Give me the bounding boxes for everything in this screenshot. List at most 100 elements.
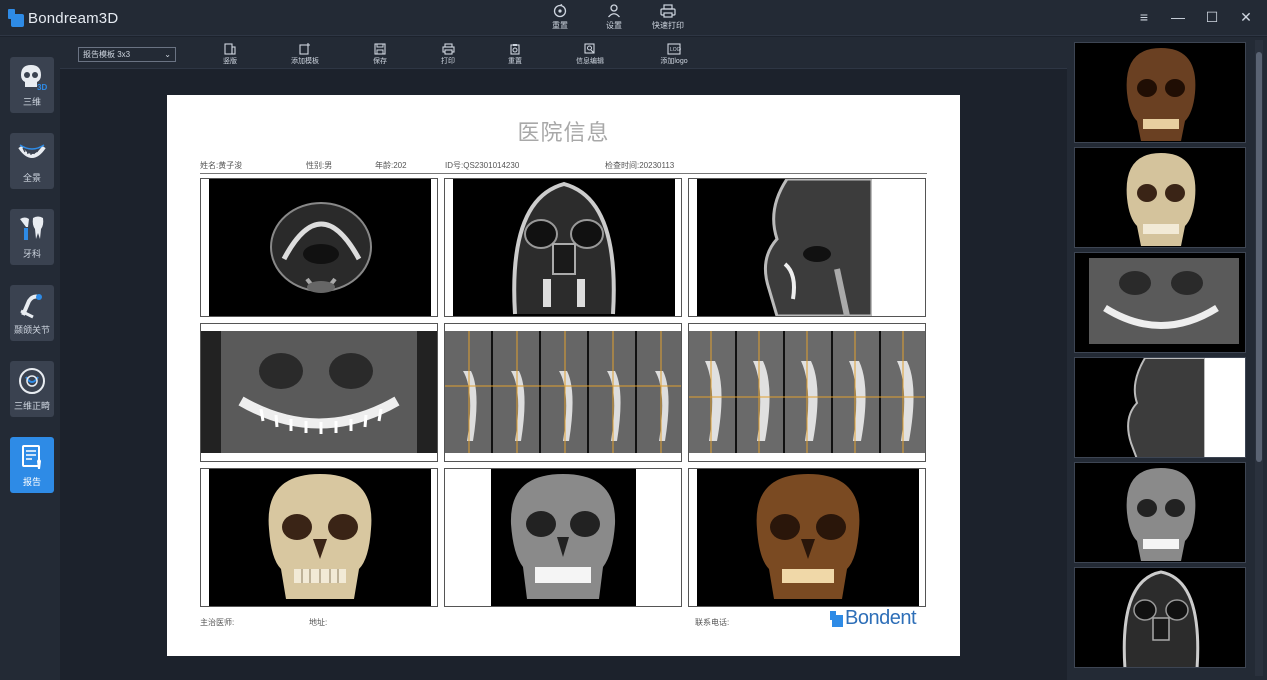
add-logo-icon: LOGO	[667, 43, 681, 55]
sidebar-label-panoramic: 全景	[22, 173, 41, 183]
thumbnail-scrollbar[interactable]	[1255, 40, 1263, 676]
sidebar-label-dental: 牙科	[22, 249, 41, 259]
hospital-title[interactable]: 医院信息	[167, 115, 960, 147]
report-toolbar: 报告模板 3x3 ⌄ 竖版 添加模板 保存 打印 重置 信息编辑 LOGO 添加…	[60, 37, 1067, 69]
chevron-down-icon: ⌄	[164, 50, 171, 59]
report-cell-3d-xray[interactable]	[444, 468, 682, 607]
clipboard-reset-icon	[510, 44, 520, 55]
thumbnail-3d-soft[interactable]	[1074, 42, 1246, 143]
quick-print-label: 快速打印	[652, 21, 684, 30]
thumbnail-3d-bone[interactable]	[1074, 147, 1246, 248]
axial-ct-image	[209, 179, 431, 316]
tmj-joint-icon	[20, 294, 42, 319]
patient-id: ID号:QS2301014230	[445, 161, 520, 170]
3d-skull-soft-image	[697, 469, 919, 606]
patient-age: 年龄:202	[375, 161, 407, 170]
phone-field[interactable]: 联系电话:	[695, 617, 729, 628]
3d-skull-bone-image	[209, 469, 431, 606]
quick-print-button[interactable]: 快速打印	[648, 4, 688, 31]
module-sidebar: 3D 三维 全景 牙科 颞颌关节 三维正畸 报告	[0, 37, 60, 680]
report-cell-3d-bone[interactable]	[200, 468, 438, 607]
orthodontic-icon	[19, 368, 45, 394]
sidebar-item-report[interactable]: 报告	[10, 437, 54, 493]
sidebar-label-ortho: 三维正畸	[13, 401, 50, 411]
patient-name: 姓名:黄子浚	[200, 161, 243, 170]
exam-time: 检查时间:20230113	[605, 161, 675, 170]
bondent-logo-text: Bondent	[845, 607, 917, 629]
add-template-icon	[299, 43, 310, 55]
sidebar-label-report: 报告	[22, 477, 41, 487]
report-cell-cross-section-1[interactable]	[444, 323, 682, 462]
settings-button[interactable]: 设置	[594, 4, 634, 31]
patient-gender: 性别:男	[306, 161, 333, 170]
panoramic-jaw-icon	[18, 144, 46, 158]
report-page: 医院信息 姓名:黄子浚 性别:男 年龄:202 ID号:QS2301014230…	[167, 95, 960, 656]
sidebar-label-tmj: 颞颌关节	[13, 325, 50, 335]
edit-info-label: 信息编辑	[576, 58, 604, 65]
sidebar-item-panoramic[interactable]: 全景	[10, 133, 54, 189]
scrollbar-thumb[interactable]	[1256, 52, 1262, 462]
app-title: Bondream3D	[28, 9, 119, 27]
add-template-button[interactable]: 添加模板	[283, 43, 327, 66]
report-cell-sagittal[interactable]	[688, 178, 926, 317]
printer-icon	[441, 43, 455, 55]
save-label: 保存	[373, 58, 387, 65]
sidebar-item-tmj[interactable]: 颞颌关节	[10, 285, 54, 341]
maximize-button[interactable]: ☐	[1205, 10, 1219, 24]
print-button[interactable]: 打印	[426, 43, 470, 66]
coronal-ct-image	[453, 179, 675, 316]
bondent-logo-icon	[830, 610, 843, 627]
add-logo-button[interactable]: LOGO 添加logo	[652, 43, 696, 66]
template-select[interactable]: 报告模板 3x3 ⌄	[78, 47, 176, 62]
thumbnail-sagittal[interactable]	[1074, 357, 1246, 458]
svg-text:LOGO: LOGO	[670, 47, 681, 53]
report-cell-axial[interactable]	[200, 178, 438, 317]
svg-text:3D: 3D	[37, 83, 47, 91]
report-cell-3d-soft[interactable]	[688, 468, 926, 607]
app-logo: Bondream3D	[8, 9, 118, 27]
report-cell-panoramic[interactable]	[200, 323, 438, 462]
reset-icon	[553, 4, 567, 18]
reset-button[interactable]: 重置	[540, 4, 580, 31]
thumbnail-coronal[interactable]	[1074, 567, 1246, 668]
panoramic-image	[201, 331, 437, 453]
bondream-logo-icon	[8, 9, 24, 27]
thumbnail-panoramic[interactable]	[1074, 252, 1246, 353]
address-field[interactable]: 地址:	[309, 617, 327, 628]
3d-skull-xray-image	[491, 469, 636, 606]
toolbar-reset-button[interactable]: 重置	[493, 43, 537, 66]
report-cell-cross-section-2[interactable]	[688, 323, 926, 462]
template-select-value: 报告模板 3x3	[83, 50, 131, 59]
bondent-logo[interactable]: Bondent	[830, 607, 917, 630]
print-label: 打印	[441, 58, 455, 65]
printer-icon	[660, 4, 676, 18]
reset-label: 重置	[552, 21, 568, 30]
sidebar-item-ortho[interactable]: 三维正畸	[10, 361, 54, 417]
thumbnail-panel	[1067, 37, 1267, 680]
report-icon	[22, 445, 41, 469]
window-controls: ≡ — ☐ ✕	[1137, 10, 1253, 24]
header-divider	[200, 173, 927, 174]
doctor-field[interactable]: 主治医师:	[200, 617, 234, 628]
sidebar-item-3d[interactable]: 3D 三维	[10, 57, 54, 113]
portrait-label: 竖版	[223, 58, 237, 65]
close-button[interactable]: ✕	[1239, 10, 1253, 24]
save-button[interactable]: 保存	[358, 43, 402, 66]
top-actions: 重置 设置 快速打印	[540, 4, 688, 31]
sidebar-label-3d: 三维	[22, 97, 41, 107]
settings-label: 设置	[606, 21, 622, 30]
portrait-button[interactable]: 竖版	[208, 43, 252, 66]
minimize-button[interactable]: —	[1171, 10, 1185, 24]
sidebar-item-dental[interactable]: 牙科	[10, 209, 54, 265]
add-logo-label: 添加logo	[660, 58, 688, 65]
cross-section-image-1	[445, 331, 681, 453]
portrait-icon	[224, 43, 236, 55]
menu-icon[interactable]: ≡	[1137, 10, 1151, 24]
sagittal-blank-area	[872, 179, 925, 316]
cross-section-image-2	[689, 331, 925, 453]
report-cell-coronal[interactable]	[444, 178, 682, 317]
edit-info-button[interactable]: 信息编辑	[568, 43, 612, 66]
tooth-implant-icon	[20, 216, 44, 240]
user-settings-icon	[608, 4, 620, 18]
thumbnail-3d-xray[interactable]	[1074, 462, 1246, 563]
